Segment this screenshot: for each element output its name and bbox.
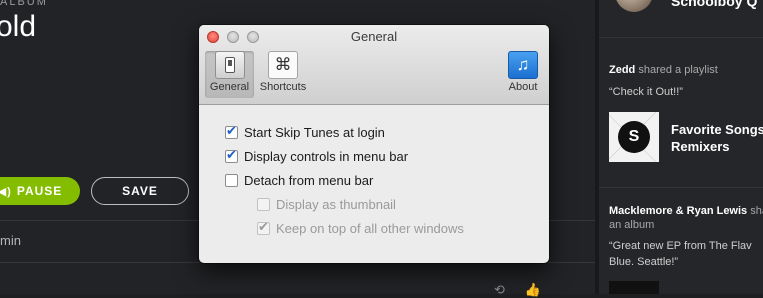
option-label: Display as thumbnail [276,197,396,212]
feed-quote: “Check it Out!!” [609,86,683,98]
divider [599,187,763,188]
option-display-as-thumbnail: Display as thumbnail [257,197,396,212]
feed-action-text: shared a playlist [635,64,718,76]
save-button[interactable]: SAVE [91,177,189,205]
tab-shortcuts[interactable]: ⌘ Shortcuts [256,51,310,93]
checkbox[interactable] [225,123,238,139]
option-label: Display controls in menu bar [244,149,409,164]
option-label: Start Skip Tunes at login [244,125,385,140]
album-cover[interactable] [609,281,659,294]
command-icon: ⌘ [268,51,298,79]
feed-quote-line: “Great new EP from The Flav [609,240,752,252]
playlist-title-line: Remixers [671,139,730,154]
tab-shortcuts-label: Shortcuts [259,81,307,93]
track-actions: ⟲ 👍 [494,282,561,298]
window-title: General [350,29,398,44]
option-start-at-login[interactable]: Start Skip Tunes at login [225,123,385,140]
album-type-label: ALBUM [0,0,48,8]
feed-user-link[interactable]: Macklemore & Ryan Lewis [609,205,747,217]
preferences-window: General General ⌘ Shortcuts ♫ About Star… [199,25,549,263]
feed-item-header: Macklemore & Ryan Lewis shared [609,205,763,217]
checkbox[interactable] [225,174,238,187]
speaker-icon: ◀) [0,185,12,198]
spinnin-logo-icon: S [618,121,650,153]
duration-label: min [0,233,21,248]
activity-feed: Schoolboy Q Zedd shared a playlist “Chec… [599,0,763,294]
feed-quote-line: Blue. Seattle!” [609,256,679,268]
checkbox [257,198,270,211]
checkbox [257,219,270,235]
feed-user-link[interactable]: Zedd [609,64,635,76]
avatar[interactable] [615,0,653,12]
save-button-label: SAVE [122,184,158,198]
option-label: Keep on top of all other windows [276,221,464,236]
thumbs-up-icon[interactable]: 👍 [525,282,541,297]
pause-button[interactable]: ◀) PAUSE [0,177,80,205]
option-label: Detach from menu bar [244,173,374,188]
feed-action-text: an album [609,219,655,231]
feed-item-header: Zedd shared a playlist [609,64,718,76]
option-detach-from-menu-bar[interactable]: Detach from menu bar [225,173,373,188]
radio-icon[interactable]: ⟲ [494,282,505,297]
checkbox[interactable] [225,147,238,163]
pause-button-label: PAUSE [16,184,63,198]
divider [599,37,763,38]
tab-general[interactable]: General [205,51,254,93]
tab-about[interactable]: ♫ About [503,51,543,93]
option-display-in-menu-bar[interactable]: Display controls in menu bar [225,147,409,164]
album-title: old [0,10,37,43]
feed-quote: “Great new EP from The Flav Blue. Seattl… [609,238,752,270]
playlist-title-line: Favorite Songs [671,122,763,137]
playlist-title[interactable]: Favorite Songs Remixers [671,121,763,155]
switch-icon [214,51,245,79]
tab-general-label: General [209,81,250,93]
option-keep-on-top: Keep on top of all other windows [257,219,464,236]
feed-action-text: shared [750,205,763,217]
tab-about-label: About [508,81,538,93]
music-note-icon: ♫ [508,51,538,79]
playlist-cover[interactable]: S [609,112,659,162]
title-bar: General General ⌘ Shortcuts ♫ About [199,25,549,105]
feed-user-name[interactable]: Schoolboy Q [671,0,757,9]
